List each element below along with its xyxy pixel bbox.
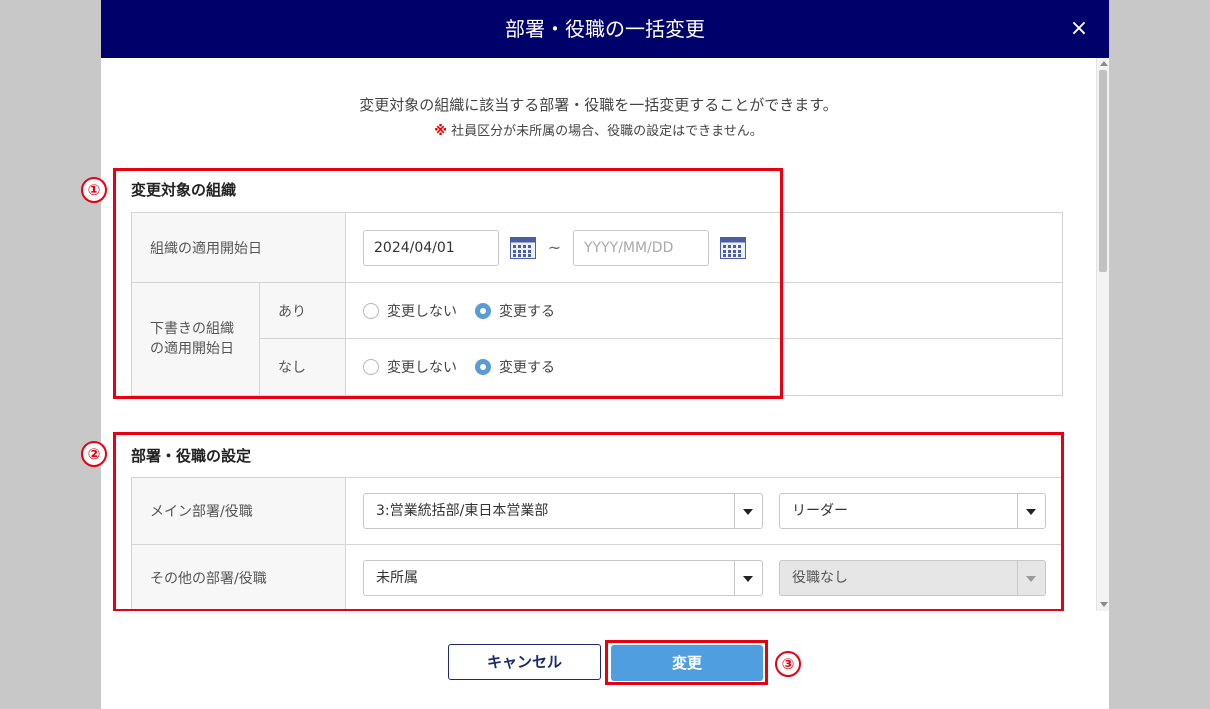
main-position-value: リーダー: [792, 503, 848, 519]
annotation-number-3: ③: [775, 651, 801, 677]
draft-none-options: 変更しない 変更する: [345, 338, 1063, 396]
description: 変更対象の組織に該当する部署・役職を一括変更することができます。 ※ 社員区分が…: [101, 58, 1096, 158]
calendar-icon[interactable]: [720, 236, 746, 259]
chevron-down-icon: [743, 509, 753, 515]
scroll-thumb[interactable]: [1099, 70, 1107, 272]
note-mark: ※: [434, 124, 447, 139]
annotation-number-2: ②: [81, 441, 107, 467]
main-dept-label: メイン部署/役職: [131, 477, 346, 545]
start-date-label: 組織の適用開始日: [131, 212, 346, 283]
dialog-title: 部署・役職の一括変更: [505, 17, 705, 41]
start-date-cell: 2024/04/01 ~ YYYY/MM/DD: [345, 212, 1063, 283]
vertical-scrollbar[interactable]: [1096, 58, 1109, 611]
note-text: ※ 社員区分が未所属の場合、役職の設定はできません。: [101, 120, 1096, 139]
bulk-change-dialog: 部署・役職の一括変更 × 変更対象の組織に該当する部署・役職を一括変更することが…: [101, 0, 1109, 709]
dialog-header: 部署・役職の一括変更 ×: [101, 0, 1109, 58]
description-text: 変更対象の組織に該当する部署・役職を一括変更することができます。: [359, 96, 838, 114]
main-position-select[interactable]: リーダー: [779, 493, 1046, 529]
other-department-select[interactable]: 未所属: [363, 560, 763, 596]
radio-label: 変更しない: [387, 303, 457, 320]
scroll-down-icon[interactable]: [1100, 602, 1108, 607]
dialog-footer: キャンセル 変更: [101, 611, 1109, 709]
other-position-value: 役職なし: [792, 570, 848, 586]
annotation-number-1: ①: [81, 177, 107, 203]
radio-label: 変更する: [499, 303, 555, 320]
chevron-down-icon: [743, 576, 753, 582]
other-department-value: 未所属: [376, 570, 418, 586]
section2-title: 部署・役職の設定: [131, 447, 252, 465]
draft-exists-label: あり: [259, 282, 346, 339]
dialog-body: 変更対象の組織に該当する部署・役職を一括変更することができます。 ※ 社員区分が…: [101, 58, 1109, 611]
dropdown-toggle: [1017, 561, 1045, 595]
radio-change-draft-none[interactable]: [475, 359, 491, 375]
chevron-down-icon: [1026, 576, 1036, 582]
scroll-up-icon[interactable]: [1100, 61, 1108, 66]
draft-label-line2: の適用開始日: [150, 341, 234, 357]
draft-exists-options: 変更しない 変更する: [345, 282, 1063, 339]
target-org-table: 組織の適用開始日 2024/04/01 ~ YYYY/MM/DD 下書きの組織 の適…: [131, 212, 1063, 396]
cancel-button[interactable]: キャンセル: [448, 644, 601, 680]
radio-no-change-draft-exists[interactable]: [363, 302, 379, 319]
note-content: 社員区分が未所属の場合、役職の設定はできません。: [451, 124, 763, 139]
draft-none-label: なし: [259, 338, 346, 396]
start-date-from-input[interactable]: 2024/04/01: [363, 229, 499, 266]
range-separator: ~: [547, 238, 562, 257]
chevron-down-icon: [1026, 509, 1036, 515]
radio-no-change-draft-none[interactable]: [363, 359, 379, 375]
draft-label-line1: 下書きの組織: [150, 321, 234, 337]
calendar-icon[interactable]: [510, 236, 536, 259]
other-position-select: 役職なし: [779, 560, 1046, 596]
radio-label: 変更する: [499, 360, 555, 376]
section1-title: 変更対象の組織: [131, 181, 237, 199]
main-dept-cell: 3:営業統括部/東日本営業部 リーダー: [345, 477, 1063, 545]
dropdown-toggle[interactable]: [734, 494, 762, 528]
radio-change-draft-exists[interactable]: [475, 302, 491, 319]
main-department-select[interactable]: 3:営業統括部/東日本営業部: [363, 493, 763, 529]
other-dept-cell: 未所属 役職なし: [345, 544, 1063, 611]
main-department-value: 3:営業統括部/東日本営業部: [376, 503, 549, 519]
dropdown-toggle[interactable]: [1017, 494, 1045, 528]
change-button[interactable]: 変更: [611, 645, 763, 681]
dept-position-table: メイン部署/役職 3:営業統括部/東日本営業部 リーダー その他の部署/役職 未…: [131, 477, 1063, 611]
dropdown-toggle[interactable]: [734, 561, 762, 595]
other-dept-label: その他の部署/役職: [131, 544, 346, 611]
draft-date-label: 下書きの組織 の適用開始日: [131, 282, 260, 396]
radio-label: 変更しない: [387, 360, 457, 376]
start-date-to-input[interactable]: YYYY/MM/DD: [573, 229, 709, 266]
close-icon[interactable]: ×: [1065, 15, 1093, 43]
